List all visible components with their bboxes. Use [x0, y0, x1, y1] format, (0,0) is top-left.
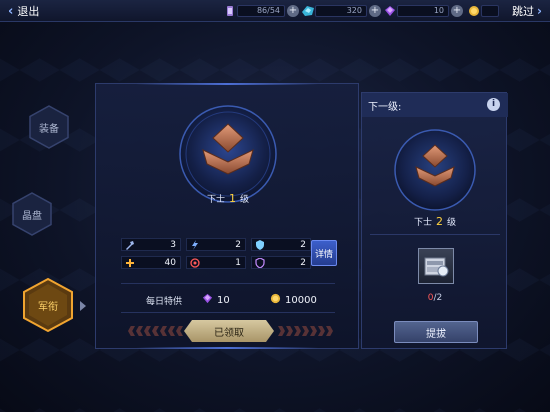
next-rank-name: 下士 [413, 218, 432, 228]
promotion-item-slot[interactable] [418, 248, 454, 284]
divider [121, 283, 335, 284]
gem-value: 10 [397, 4, 449, 17]
daily-gold-reward: 10000 [270, 293, 317, 307]
stamina-value: 86/54 [237, 4, 285, 17]
nav-military-rank-label: 军衔 [38, 301, 58, 313]
current-rank-title: 下士 1 级 [96, 192, 360, 205]
nav-equipment[interactable]: 装备 [26, 104, 72, 150]
next-rank-title: 下士 2 级 [362, 215, 508, 228]
next-rank-level: 2 [436, 215, 443, 228]
stat-defense: 2 [251, 238, 311, 251]
stat-defense-value: 2 [300, 239, 306, 250]
nav-equipment-label: 装备 [39, 123, 59, 135]
stat-attack-value: 3 [170, 239, 176, 250]
lightning-icon [189, 239, 200, 250]
exit-button[interactable]: ‹ 退出 [0, 0, 60, 22]
stat-crit-value: 1 [235, 257, 241, 268]
shield-icon [254, 239, 265, 250]
next-rank-panel: 下一级: i 下士 2 级 0/2 提拔 [361, 92, 508, 349]
crystal-value: 320 [315, 4, 367, 17]
info-icon[interactable]: i [487, 98, 500, 111]
item-need-count: /2 [433, 293, 443, 303]
health-cross-icon [124, 257, 135, 268]
skip-label: 跳过 [512, 5, 535, 18]
decorative-chevrons-right [278, 326, 333, 336]
stamina-icon [222, 3, 237, 18]
skip-button[interactable]: 跳过 › [500, 0, 550, 22]
stat-speed-value: 2 [235, 239, 241, 250]
decorative-chevrons-left [128, 326, 183, 336]
gold-resource [466, 3, 499, 18]
stat-health-value: 40 [164, 257, 176, 268]
stamina-resource: 86/54 + [222, 3, 299, 18]
stat-attack: 3 [121, 238, 181, 251]
crystal-resource: 320 + [300, 3, 381, 18]
attack-icon [124, 239, 135, 250]
gold-coin-icon [270, 293, 281, 307]
next-rank-badge-icon [394, 129, 476, 211]
chevron-left-icon: ‹ [8, 3, 14, 19]
current-rank-level: 1 [229, 192, 236, 205]
nav-military-rank[interactable]: 军衔 [20, 277, 76, 333]
current-rank-panel: 下士 1 级 3 2 2 40 1 2 详情 每日特供 10 10000 已领取 [95, 83, 359, 349]
next-rank-suffix: 级 [447, 218, 457, 228]
crystal-icon [300, 3, 315, 18]
armor-icon [254, 257, 265, 268]
daily-gold-amount: 10000 [285, 294, 317, 306]
promote-button[interactable]: 提拔 [394, 321, 478, 343]
daily-gem-reward: 10 [202, 293, 230, 307]
gem-icon [202, 293, 213, 307]
next-rank-header-label: 下一级: [368, 101, 402, 113]
target-icon [189, 257, 200, 268]
top-bar: ‹ 退出 86/54 + 320 + 10 + 跳过 › [0, 0, 550, 22]
current-rank-suffix: 级 [240, 195, 250, 205]
stat-health: 40 [121, 256, 181, 269]
gem-resource: 10 + [382, 3, 463, 18]
daily-gem-amount: 10 [217, 294, 230, 306]
divider [121, 312, 335, 313]
gem-icon [382, 3, 397, 18]
stat-armor: 2 [251, 256, 311, 269]
active-indicator-arrow [80, 301, 86, 311]
current-rank-name: 下士 [206, 195, 225, 205]
add-stamina-button[interactable]: + [287, 4, 299, 17]
chevron-right-icon: › [537, 4, 542, 18]
daily-supply-label: 每日特供 [146, 297, 183, 307]
divider [370, 234, 500, 235]
stat-armor-value: 2 [300, 257, 306, 268]
supply-crate-icon [424, 257, 449, 277]
gold-coin-icon [466, 3, 481, 18]
stat-crit: 1 [186, 256, 246, 269]
nav-crystal-disk-label: 晶盘 [22, 210, 42, 222]
exit-label: 退出 [17, 5, 40, 18]
add-gem-button[interactable]: + [451, 4, 463, 17]
stat-speed: 2 [186, 238, 246, 251]
promotion-item-count: 0/2 [362, 293, 508, 303]
details-button[interactable]: 详情 [311, 240, 337, 266]
claimed-button[interactable]: 已领取 [184, 320, 274, 342]
nav-crystal-disk[interactable]: 晶盘 [9, 191, 55, 237]
gold-value [481, 4, 499, 17]
add-crystal-button[interactable]: + [369, 4, 381, 17]
